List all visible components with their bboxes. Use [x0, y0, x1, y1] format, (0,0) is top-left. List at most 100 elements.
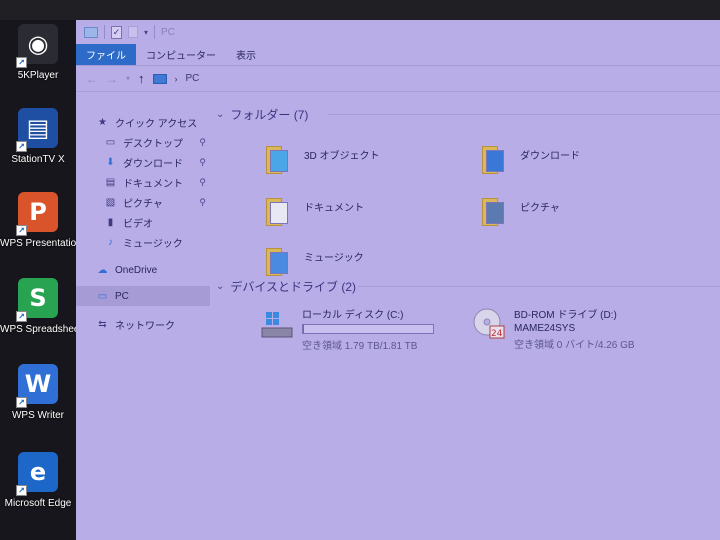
sidebar-item[interactable]: ♪ ミュージック: [76, 232, 210, 252]
recent-dropdown-icon[interactable]: ▾: [126, 74, 130, 83]
sidebar-item[interactable]: ▭ PC: [76, 286, 210, 306]
svg-text:24: 24: [491, 329, 503, 339]
back-arrow-icon[interactable]: ←: [86, 72, 98, 86]
pin-icon[interactable]: ⚲: [199, 177, 206, 188]
folder-tile[interactable]: 3D オブジェクト: [264, 144, 380, 174]
folder-label: ドキュメント: [304, 202, 364, 214]
sidebar-item-label: OneDrive: [115, 264, 158, 276]
desktop-icon: ▭: [105, 136, 116, 148]
sidebar-item-label: ネットワーク: [115, 320, 175, 332]
sidebar-item[interactable]: ☁ OneDrive: [76, 260, 210, 280]
tab-computer[interactable]: コンピューター: [136, 44, 226, 65]
sidebar-item-label: デスクトップ: [123, 138, 183, 150]
pc-icon: ▭: [97, 290, 108, 302]
desktop-shortcut[interactable]: ◉ ↗ 5KPlayer: [0, 24, 76, 81]
usage-fill: [303, 325, 305, 333]
drive-d-name: BD-ROM ドライブ (D:): [514, 310, 617, 321]
drive-d-volume: MAME24SYS: [514, 323, 576, 334]
title-separator: [104, 25, 105, 39]
desktop: ◉ ↗ 5KPlayer ▤ ↗ StationTV X P ↗ WPS Presentatio…: [0, 20, 88, 540]
chevron-down-icon: ⌄: [216, 109, 225, 120]
drive-c-space: 空き領域 1.79 TB/1.81 TB: [302, 341, 418, 352]
folder-tile[interactable]: ドキュメント: [264, 196, 364, 226]
title-bar: ✓ ▾ PC: [76, 20, 720, 44]
top-edge: [0, 0, 720, 20]
divider: [358, 286, 720, 287]
desktop-shortcut[interactable]: ▤ ↗ StationTV X: [0, 108, 76, 165]
sidebar-item-label: ピクチャ: [123, 198, 163, 210]
video-icon: ▮: [107, 216, 114, 228]
drive-d-space: 空き領域 0 バイト/4.26 GB: [514, 340, 635, 351]
sidebar-item-label: ドキュメント: [123, 178, 183, 190]
shortcut-arrow-icon: ↗: [16, 397, 27, 408]
sidebar-item[interactable]: ▮ ビデオ: [76, 212, 210, 232]
breadcrumb[interactable]: PC: [186, 73, 200, 84]
sidebar-item[interactable]: ⬇ ダウンロード ⚲: [76, 152, 210, 172]
bd-rom-icon: 24: [472, 306, 506, 340]
drive-d[interactable]: 24 BD-ROM ドライブ (D:) MAME24SYS 空き領域 0 バイト…: [472, 306, 635, 351]
sidebar-item-label: ビデオ: [123, 218, 153, 230]
breadcrumb-chevron-icon[interactable]: ›: [175, 74, 178, 84]
shortcut-arrow-icon: ↗: [16, 57, 27, 68]
title-separator: [154, 25, 156, 39]
wps-presentation-icon: P ↗: [16, 192, 58, 236]
folder-label: 3D オブジェクト: [304, 150, 380, 162]
folder-tile[interactable]: ピクチャ: [480, 196, 560, 226]
folder-tile[interactable]: ミュージック: [264, 246, 364, 276]
folder-label: ミュージック: [304, 252, 364, 264]
up-arrow-icon[interactable]: ↑: [138, 71, 145, 86]
desktop-shortcut-label: StationTV X: [11, 154, 65, 165]
desktop-shortcut-label: WPS Spreadsheets: [0, 324, 88, 335]
desktop-shortcut[interactable]: P ↗ WPS Presentation: [0, 192, 82, 249]
ribbon-tabs: ファイル コンピューター 表示: [76, 44, 720, 66]
3d-objects-icon: [264, 144, 296, 174]
wps-spreadsheets-icon: S ↗: [16, 278, 58, 322]
new-folder-icon[interactable]: [128, 26, 138, 38]
desktop-shortcut-label: 5KPlayer: [17, 70, 59, 81]
sidebar-item-label: PC: [115, 290, 129, 302]
sidebar-item-label: ミュージック: [123, 238, 183, 250]
drive-c-name: ローカル ディスク (C:): [302, 310, 404, 321]
sidebar-item[interactable]: ⇆ ネットワーク: [76, 314, 210, 334]
window-title: PC: [161, 26, 175, 38]
shortcut-arrow-icon: ↗: [16, 311, 27, 322]
document-icon: ▤: [105, 176, 116, 188]
pin-icon[interactable]: ⚲: [199, 157, 206, 168]
sidebar-item[interactable]: ▧ ピクチャ ⚲: [76, 192, 210, 212]
address-bar: ← → ▾ ↑ › PC: [76, 66, 720, 92]
sidebar-item-label: ダウンロード: [123, 158, 183, 170]
forward-arrow-icon[interactable]: →: [106, 72, 118, 86]
hard-drive-icon: [260, 306, 294, 340]
drive-c[interactable]: ローカル ディスク (C:) 空き領域 1.79 TB/1.81 TB: [260, 306, 434, 352]
desktop-shortcut-label: WPS Presentation: [0, 238, 82, 249]
wps-writer-icon: W ↗: [16, 364, 58, 408]
5kplayer-icon: ◉ ↗: [16, 24, 58, 68]
sidebar-item[interactable]: ▭ デスクトップ ⚲: [76, 132, 210, 152]
folders-group-header[interactable]: ⌄ フォルダー (7): [216, 106, 308, 123]
content-area: ⌄ フォルダー (7) 3D オブジェクト ダウンロードドキュメント ピクチャミュー…: [216, 104, 720, 540]
properties-icon[interactable]: ✓: [111, 25, 122, 39]
desktop-shortcut-label: Microsoft Edge: [4, 498, 72, 509]
devices-group-header[interactable]: ⌄ デバイスとドライブ (2): [216, 278, 356, 295]
shortcut-arrow-icon: ↗: [16, 485, 27, 496]
file-explorer-window: ✓ ▾ PC ファイル コンピューター 表示 ← → ▾ ↑ › PC ★ クイッ…: [76, 20, 720, 540]
desktop-shortcut[interactable]: e ↗ Microsoft Edge: [0, 452, 76, 509]
tab-view[interactable]: 表示: [226, 44, 266, 65]
sidebar-item[interactable]: ★ クイック アクセス: [76, 112, 210, 132]
cloud-icon: ☁: [97, 264, 108, 276]
desktop-shortcut[interactable]: W ↗ WPS Writer: [0, 364, 76, 421]
music-icon: ♪: [108, 236, 113, 248]
desktop-shortcut[interactable]: S ↗ WPS Spreadsheets: [0, 278, 88, 335]
folder-tile[interactable]: ダウンロード: [480, 144, 580, 174]
sidebar-item-label: クイック アクセス: [115, 118, 198, 130]
pin-icon[interactable]: ⚲: [199, 197, 206, 208]
folders-group-title: フォルダー (7): [230, 108, 309, 122]
pc-icon: [152, 73, 167, 84]
tab-file[interactable]: ファイル: [76, 44, 136, 65]
music-folder-icon: [264, 246, 296, 276]
sidebar-item[interactable]: ▤ ドキュメント ⚲: [76, 172, 210, 192]
pin-icon[interactable]: ⚲: [199, 137, 206, 148]
picture-icon: ▧: [105, 196, 116, 208]
stationtv-icon: ▤ ↗: [16, 108, 58, 152]
quick-access-dropdown-icon[interactable]: ▾: [144, 28, 148, 37]
